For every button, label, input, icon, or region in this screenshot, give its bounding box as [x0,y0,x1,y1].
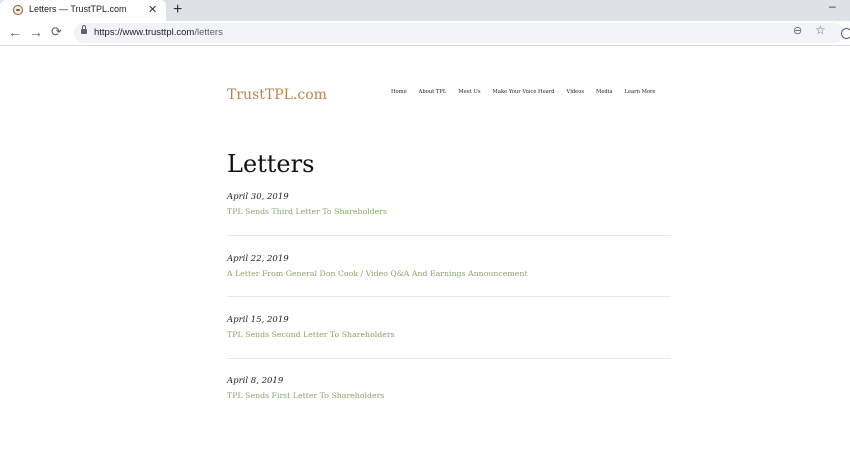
address-bar[interactable]: https://www.trusttpl.com/letters ⊖ ☆ [74,23,850,43]
nav-about-tpl[interactable]: About TPL [419,89,447,95]
list-item: April 15, 2019 TPL Sends Second Letter T… [227,314,671,340]
back-arrow-icon[interactable]: ← [8,24,22,40]
url-host: https://www.trusttpl.com [94,27,195,38]
tab-strip: Letters — TrustTPL.com ✕ + – [0,0,850,21]
profile-icon[interactable] [841,28,850,39]
page-title: Letters [227,150,315,178]
letter-link[interactable]: A Letter From General Don Cook / Video Q… [227,269,671,279]
nav-learn-more[interactable]: Learn More [625,89,656,95]
reload-icon[interactable]: ⟳ [51,24,62,40]
site-nav: Home About TPL Meet Us Make Your Voice H… [391,89,656,95]
nav-videos[interactable]: Videos [567,89,585,95]
forward-arrow-icon[interactable]: → [29,24,43,40]
list-item: April 8, 2019 TPL Sends First Letter To … [227,375,671,401]
lock-icon [81,25,87,34]
browser-tab[interactable]: Letters — TrustTPL.com ✕ [0,0,166,21]
url-text[interactable]: https://www.trusttpl.com/letters [94,27,223,38]
letter-link[interactable]: TPL Sends Third Letter To Shareholders [227,207,671,217]
list-item: April 30, 2019 TPL Sends Third Letter To… [227,191,671,217]
nav-home[interactable]: Home [391,89,407,95]
browser-toolbar: ← → ⟳ https://www.trusttpl.com/letters ⊖… [0,21,850,46]
zoom-icon[interactable]: ⊖ [793,24,802,37]
divider [227,358,671,359]
site-favicon-icon [13,5,23,15]
site-logo[interactable]: TrustTPL.com [227,87,327,103]
minimize-window-button[interactable]: – [829,0,836,13]
letter-date: April 15, 2019 [227,315,289,325]
letter-date: April 22, 2019 [227,254,289,264]
letter-date: April 8, 2019 [227,376,284,386]
nav-media[interactable]: Media [596,89,612,95]
divider [227,296,671,297]
nav-make-your-voice-heard[interactable]: Make Your Voice Heard [493,89,555,95]
url-path: /letters [194,27,223,38]
tab-title: Letters — TrustTPL.com [29,4,127,14]
list-item: April 22, 2019 A Letter From General Don… [227,253,671,279]
letter-date: April 30, 2019 [227,192,289,202]
bookmark-star-icon[interactable]: ☆ [815,23,826,37]
letter-link[interactable]: TPL Sends First Letter To Shareholders [227,391,671,401]
close-tab-icon[interactable]: ✕ [148,3,157,17]
letter-link[interactable]: TPL Sends Second Letter To Shareholders [227,330,671,340]
divider [227,235,671,236]
nav-meet-us[interactable]: Meet Us [458,89,480,95]
new-tab-button[interactable]: + [173,1,182,19]
